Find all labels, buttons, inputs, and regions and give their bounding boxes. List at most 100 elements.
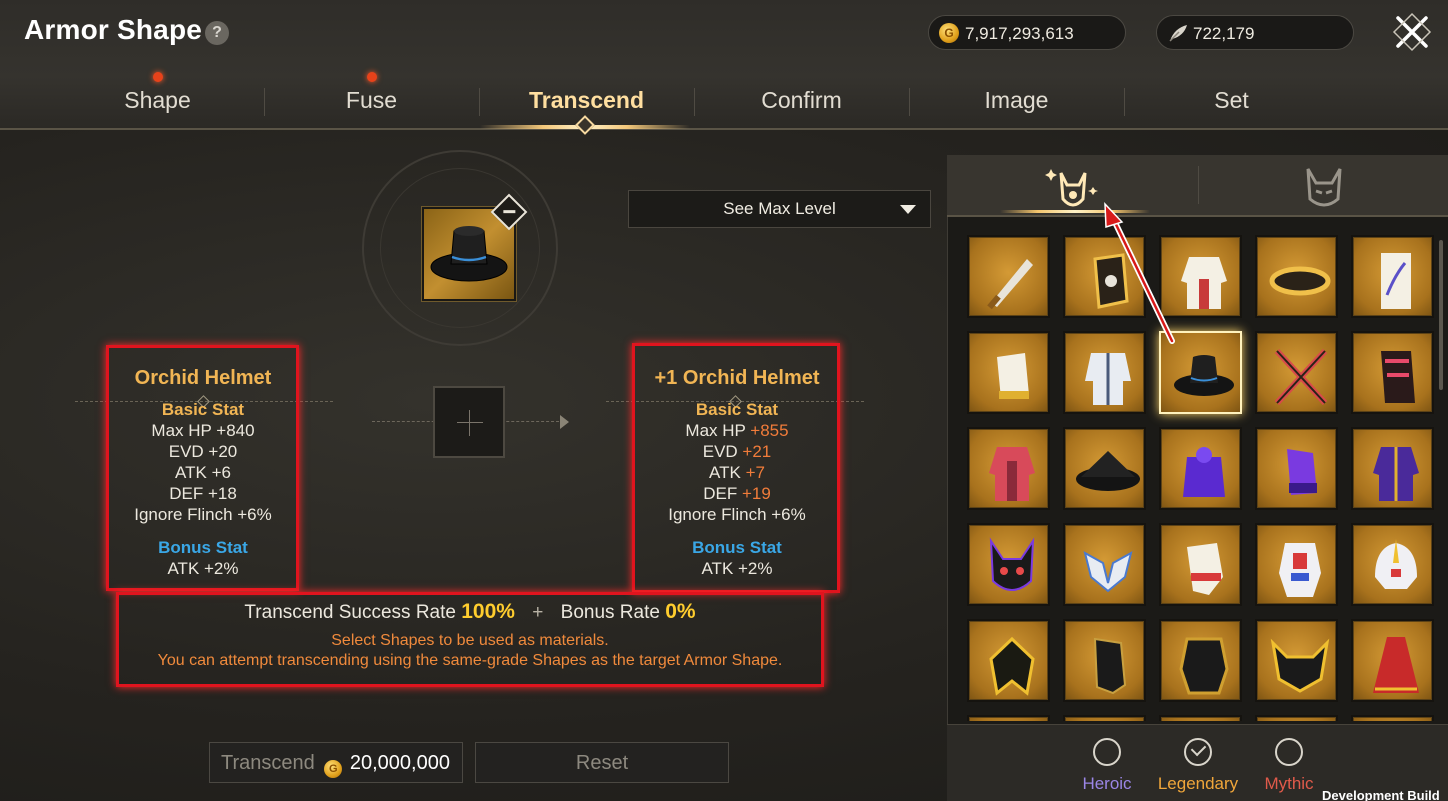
inventory-item-black-gold-armor[interactable]: [1159, 619, 1242, 702]
help-icon[interactable]: ?: [205, 21, 229, 45]
red-armor-icon: [989, 447, 1035, 501]
inventory-item-partial[interactable]: [1159, 715, 1242, 721]
inventory-item-black-gauntlet[interactable]: [1063, 619, 1146, 702]
checkbox-circle[interactable]: [1184, 738, 1212, 766]
inventory-item-purple-gauntlet[interactable]: [1255, 427, 1338, 510]
inventory-item-white-glove[interactable]: [1159, 523, 1242, 606]
dagger-icon: [987, 259, 1033, 310]
inventory-item-partial[interactable]: [967, 715, 1050, 721]
inventory-item-dagger[interactable]: [967, 235, 1050, 318]
filter-label: Legendary: [1157, 774, 1239, 793]
inventory-item-gold-wings[interactable]: [967, 619, 1050, 702]
inventory-item-orchid-scroll[interactable]: [1351, 235, 1434, 318]
arrow-right-icon: [560, 415, 569, 429]
inventory-item-crossed-swords[interactable]: [1255, 331, 1338, 414]
inventory-item-partial[interactable]: [1351, 715, 1434, 721]
white-robe-icon: [1181, 257, 1227, 309]
tab-shape[interactable]: Shape: [50, 70, 265, 128]
highlight-frame: [116, 592, 824, 687]
tab-divider: [1198, 166, 1199, 204]
crossed-swords-icon: [1274, 348, 1328, 406]
tab-armor-type-1[interactable]: [947, 155, 1197, 215]
inventory-item-gauntlet-gold[interactable]: [1063, 235, 1146, 318]
tab-label: Transcend: [528, 87, 645, 113]
orchid-scroll-icon: [1381, 253, 1411, 309]
white-shoulder-icon: [1083, 551, 1133, 593]
dropdown-label: See Max Level: [723, 199, 836, 218]
filter-label: Mythic: [1264, 774, 1314, 793]
inventory-item-mech-helmet[interactable]: [1351, 523, 1434, 606]
inventory-item-horned-helmet[interactable]: [1255, 619, 1338, 702]
inventory-item-purple-robe[interactable]: [1351, 427, 1434, 510]
notification-dot: [152, 72, 163, 82]
inventory-item-fox-mask[interactable]: [967, 523, 1050, 606]
tab-confirm[interactable]: Confirm: [694, 70, 909, 128]
inventory-item-white-shoulder[interactable]: [1063, 523, 1146, 606]
feather-icon: [1169, 25, 1187, 42]
inventory-item-partial[interactable]: [1255, 715, 1338, 721]
inventory-item-straw-hat[interactable]: [1063, 427, 1146, 510]
chevron-down-icon: [900, 205, 916, 214]
inventory-item-white-coat[interactable]: [1063, 331, 1146, 414]
max-level-dropdown[interactable]: See Max Level: [628, 190, 931, 228]
transcend-button[interactable]: Transcend G 20,000,000: [209, 742, 463, 783]
inventory-item-gold-ring[interactable]: [1255, 235, 1338, 318]
tab-label: Fuse: [345, 87, 398, 113]
horned-helmet-icon: [1270, 638, 1330, 693]
inventory-item-partial[interactable]: [1063, 715, 1146, 721]
inventory-item-red-cape[interactable]: [1351, 619, 1434, 702]
gauntlet-gold-icon: [1093, 253, 1129, 309]
red-cape-icon: [1373, 637, 1419, 693]
highlight-frame: [106, 345, 299, 591]
gold-ring-icon: [1269, 266, 1331, 296]
black-gauntlet-icon: [1093, 637, 1127, 695]
checkbox-circle[interactable]: [1275, 738, 1303, 766]
inventory-item-purple-armor[interactable]: [1159, 427, 1242, 510]
reset-label: Reset: [575, 752, 629, 774]
tab-bar: Shape Fuse Transcend Confirm Image Set: [50, 70, 1340, 130]
filter-legendary[interactable]: Legendary: [1148, 738, 1248, 794]
gold-currency: G 7,917,293,613: [928, 15, 1126, 50]
gem-amount: 722,179: [1193, 24, 1255, 43]
filter-label: Heroic: [1082, 774, 1132, 793]
notification-dot: [366, 72, 377, 82]
gold-coin-icon: G: [324, 760, 343, 778]
tab-image[interactable]: Image: [909, 70, 1124, 128]
white-glove-icon: [1187, 543, 1223, 595]
tab-fuse[interactable]: Fuse: [264, 70, 479, 128]
fox-mask-icon: [989, 537, 1035, 591]
red-bracer-icon: [1381, 351, 1415, 403]
white-gauntlet-icon: [997, 353, 1029, 399]
straw-hat-icon: [1076, 451, 1140, 491]
purple-gauntlet-icon: [1287, 449, 1317, 495]
mech-helmet-icon: [1375, 539, 1417, 589]
scrollbar[interactable]: [1439, 240, 1443, 390]
material-slot[interactable]: [433, 386, 505, 458]
tab-set[interactable]: Set: [1124, 70, 1339, 128]
filter-heroic[interactable]: Heroic: [1057, 738, 1157, 794]
black-gold-armor-icon: [1179, 637, 1229, 695]
page-title: Armor Shape: [24, 14, 203, 45]
tab-armor-type-2[interactable]: [1198, 155, 1448, 215]
close-icon[interactable]: [1390, 10, 1434, 54]
gold-amount: 7,917,293,613: [965, 24, 1074, 43]
reset-button[interactable]: Reset: [475, 742, 729, 783]
purple-robe-icon: [1373, 447, 1419, 501]
inventory-item-red-bracer[interactable]: [1351, 331, 1434, 414]
transcend-label: Transcend: [221, 752, 315, 774]
inventory-item-black-hat[interactable]: [1159, 331, 1242, 414]
tab-label: Confirm: [761, 87, 842, 113]
inventory-item-mech-armor[interactable]: [1255, 523, 1338, 606]
inventory-item-white-robe[interactable]: [1159, 235, 1242, 318]
highlight-frame: [632, 343, 840, 593]
top-bar: Armor Shape ? G 7,917,293,613 722,179 Sh…: [0, 0, 1448, 130]
checkbox-circle[interactable]: [1093, 738, 1121, 766]
inventory-item-red-armor[interactable]: [967, 427, 1050, 510]
gold-coin-icon: G: [939, 23, 959, 43]
filter-mythic[interactable]: Mythic: [1239, 738, 1339, 794]
tab-label: Image: [984, 87, 1049, 113]
purple-armor-icon: [1183, 447, 1225, 497]
inventory-item-white-gauntlet[interactable]: [967, 331, 1050, 414]
tab-label: Set: [1214, 87, 1249, 113]
demon-helmet-icon: [1306, 168, 1342, 207]
